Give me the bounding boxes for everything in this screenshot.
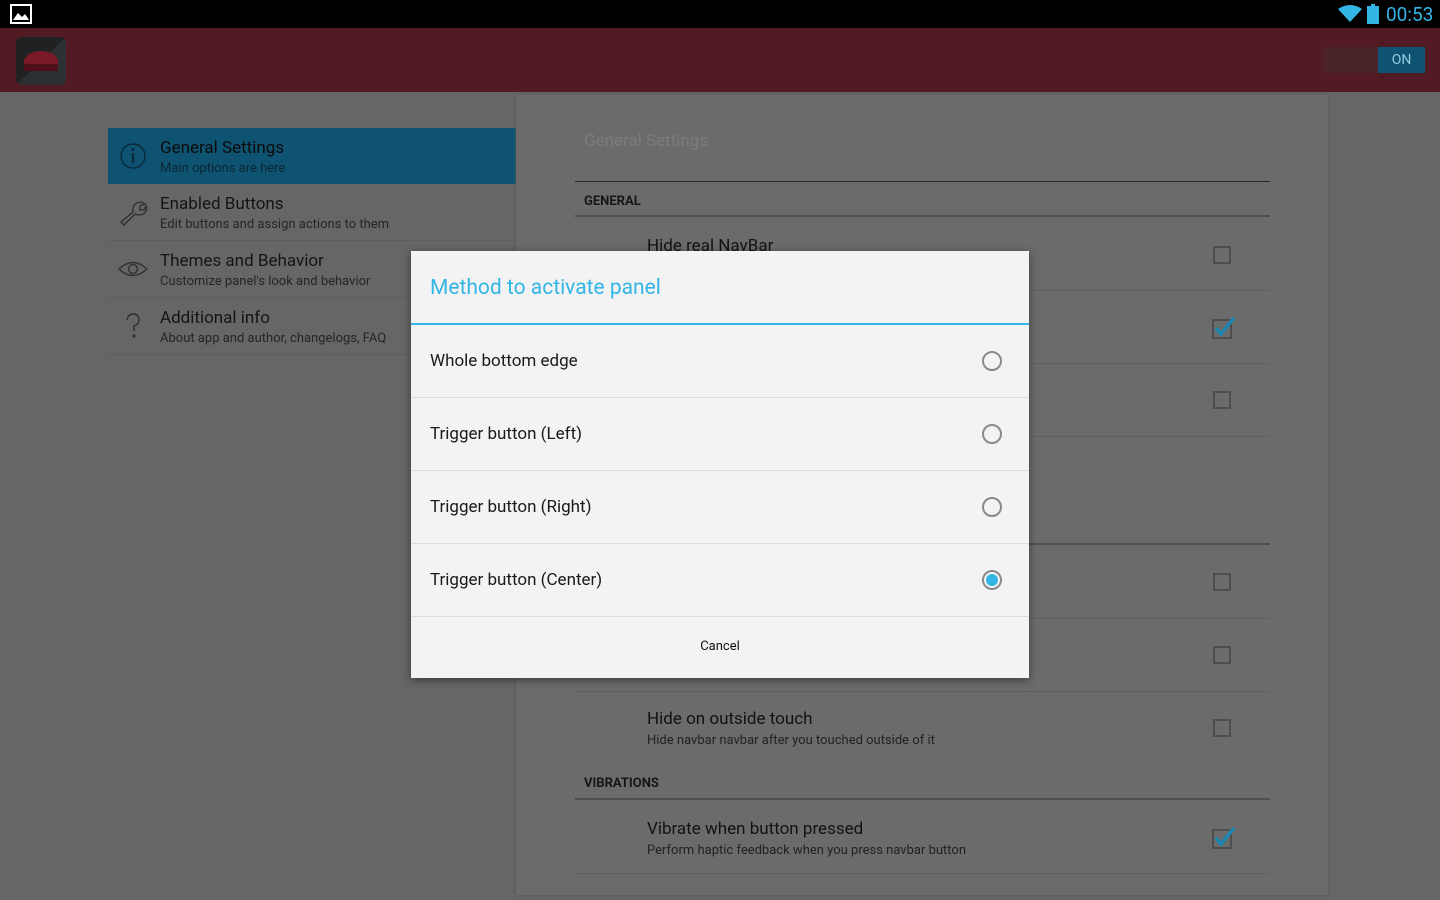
nav-item-subtitle: Customize panel's look and behavior bbox=[160, 274, 371, 289]
setting-row-6-checkbox[interactable] bbox=[1213, 646, 1231, 664]
toggle-on-label: ON bbox=[1378, 47, 1425, 73]
section-header-vibrations: VIBRATIONS bbox=[584, 776, 659, 791]
setting-row-3-checkbox[interactable] bbox=[1213, 391, 1231, 409]
option-label: Trigger button (Center) bbox=[430, 570, 603, 590]
setting-hide-outside-touch-checkbox[interactable] bbox=[1213, 719, 1231, 737]
setting-vibrate-checkbox-checked[interactable] bbox=[1210, 825, 1236, 849]
master-toggle-switch[interactable]: ON bbox=[1323, 47, 1425, 73]
image-notification-icon bbox=[10, 4, 32, 24]
wrench-icon bbox=[119, 201, 148, 226]
panel-title: General Settings bbox=[584, 131, 709, 151]
nav-item-subtitle: Edit buttons and assign actions to them bbox=[160, 217, 390, 232]
setting-hide-real-navbar-checkbox[interactable] bbox=[1213, 246, 1231, 264]
setting-vibrate-subtitle: Perform haptic feedback when you press n… bbox=[647, 843, 967, 858]
info-icon bbox=[120, 143, 146, 169]
row-divider bbox=[575, 691, 1270, 692]
activate-method-dialog: Method to activate panel Whole bottom ed… bbox=[411, 251, 1029, 678]
radio-unselected-icon[interactable] bbox=[982, 424, 1002, 444]
setting-row-2-checkbox-checked[interactable] bbox=[1210, 315, 1236, 339]
app-logo-icon[interactable] bbox=[16, 37, 66, 85]
setting-row-5-checkbox[interactable] bbox=[1213, 573, 1231, 591]
nav-item-subtitle: About app and author, changelogs, FAQ bbox=[160, 331, 387, 346]
status-bar: 00:53 bbox=[0, 0, 1440, 28]
setting-vibrate-title: Vibrate when button pressed bbox=[647, 819, 864, 839]
dialog-title: Method to activate panel bbox=[430, 276, 661, 300]
option-whole-bottom-edge[interactable]: Whole bottom edge bbox=[411, 325, 1029, 398]
battery-icon bbox=[1367, 4, 1379, 24]
radio-unselected-icon[interactable] bbox=[982, 497, 1002, 517]
eye-icon bbox=[118, 261, 148, 277]
radio-selected-icon[interactable] bbox=[982, 570, 1002, 590]
option-trigger-center[interactable]: Trigger button (Center) bbox=[411, 544, 1029, 617]
row-divider bbox=[575, 873, 1270, 874]
option-label: Whole bottom edge bbox=[430, 351, 578, 371]
question-icon bbox=[126, 313, 140, 338]
nav-item-enabled-buttons[interactable]: Enabled Buttons Edit buttons and assign … bbox=[108, 184, 516, 241]
status-clock: 00:53 bbox=[1386, 3, 1434, 26]
app-bar: ON bbox=[0, 28, 1440, 92]
section-header-general: GENERAL bbox=[584, 194, 641, 209]
setting-hide-outside-touch-title: Hide on outside touch bbox=[647, 709, 813, 729]
nav-item-general-settings[interactable]: General Settings Main options are here bbox=[108, 128, 516, 184]
panel-title-divider bbox=[575, 181, 1270, 182]
nav-item-title: Additional info bbox=[160, 308, 270, 328]
setting-hide-outside-touch-subtitle: Hide navbar navbar after you touched out… bbox=[647, 733, 935, 748]
option-label: Trigger button (Left) bbox=[430, 424, 583, 444]
nav-item-title: Themes and Behavior bbox=[160, 251, 324, 271]
option-trigger-right[interactable]: Trigger button (Right) bbox=[411, 471, 1029, 544]
nav-item-title: General Settings bbox=[160, 138, 285, 158]
option-label: Trigger button (Right) bbox=[430, 497, 592, 517]
nav-item-subtitle: Main options are here bbox=[160, 161, 286, 176]
cancel-button[interactable]: Cancel bbox=[411, 616, 1029, 678]
nav-item-title: Enabled Buttons bbox=[160, 194, 284, 214]
option-trigger-left[interactable]: Trigger button (Left) bbox=[411, 398, 1029, 471]
wifi-icon bbox=[1338, 5, 1362, 22]
radio-unselected-icon[interactable] bbox=[982, 351, 1002, 371]
section-divider bbox=[575, 215, 1270, 217]
section-divider bbox=[575, 798, 1270, 800]
